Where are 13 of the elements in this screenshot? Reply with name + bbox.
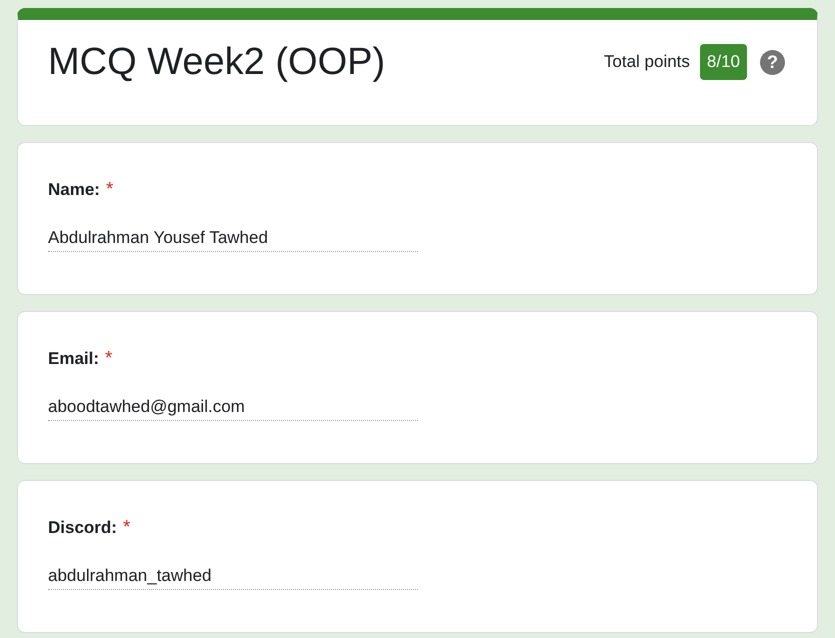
required-mark: * [122, 516, 130, 540]
form-title: MCQ Week2 (OOP) [48, 40, 386, 84]
score-badge: 8/10 [700, 44, 747, 80]
required-mark: * [105, 347, 112, 371]
question-label: Email: [48, 348, 100, 370]
answer-field: aboodtawhed@gmail.com [48, 394, 418, 421]
total-points-label: Total points [604, 51, 690, 74]
question-label: Discord: [48, 517, 117, 539]
answer-field: Abdulrahman Yousef Tawhed [48, 224, 418, 252]
help-icon[interactable]: ? [760, 50, 785, 74]
required-mark: * [106, 178, 114, 202]
answer-field: abdulrahman_tawhed [48, 562, 418, 590]
question-label: Name: [48, 179, 100, 201]
